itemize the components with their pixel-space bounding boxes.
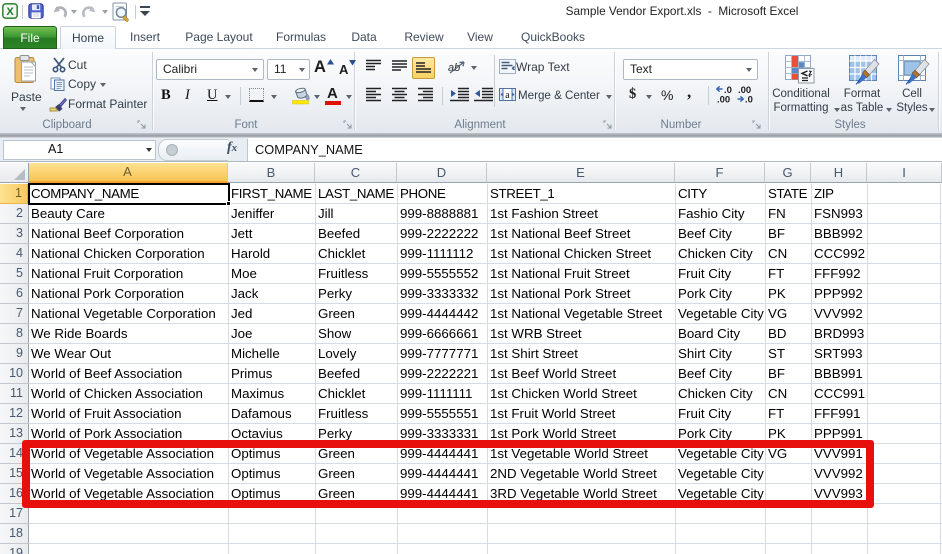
svg-text:a: a xyxy=(505,90,510,101)
svg-text:.00: .00 xyxy=(717,95,730,106)
svg-text:.0: .0 xyxy=(745,95,753,106)
svg-text:X: X xyxy=(6,6,14,18)
svg-text:ab: ab xyxy=(448,62,460,74)
